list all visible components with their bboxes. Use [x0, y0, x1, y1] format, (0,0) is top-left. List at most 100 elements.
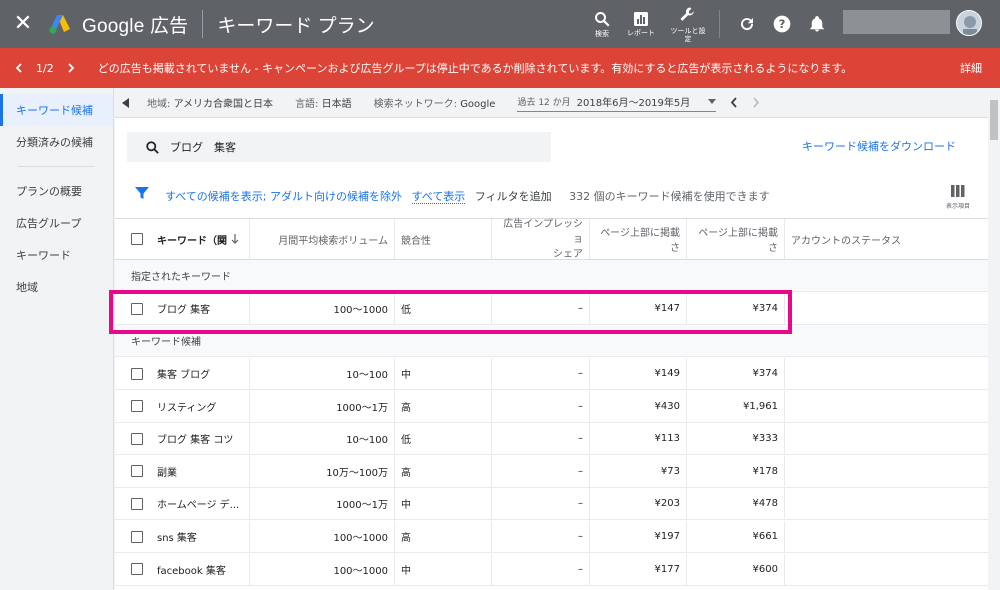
refresh-icon[interactable] — [735, 12, 759, 36]
report-tool-button[interactable]: レポート — [624, 0, 658, 48]
table-row[interactable]: sns 集客 100～1000 高 – ¥197 ¥661 — [115, 521, 988, 553]
download-keywords-link[interactable]: キーワード候補をダウンロード — [802, 138, 956, 154]
top-bid-low-column-header[interactable]: ページ上部に掲載さ — [590, 219, 687, 259]
filter-show-all[interactable]: すべての候補を表示; — [165, 190, 267, 203]
network-value: Google — [460, 99, 496, 110]
sidebar-item-keywords[interactable]: キーワード — [0, 239, 113, 271]
settings-tool-label: ツールと設定 — [670, 27, 706, 43]
scrollbar[interactable] — [988, 100, 1000, 590]
chevron-right-icon[interactable] — [66, 63, 76, 73]
filter-chips: すべての候補を表示; アダルト向けの候補を除外 すべて表示 フィルタを追加 33… — [165, 188, 770, 204]
table-row[interactable]: ホームページ デ... 1000～1万 中 – ¥203 ¥478 — [115, 488, 988, 521]
account-status-cell — [785, 423, 988, 454]
location-setting[interactable]: 地域: アメリカ合衆国と日本 — [147, 95, 273, 110]
table-row[interactable]: 副業 10万～100万 高 – ¥73 ¥178 — [115, 455, 988, 488]
next-period-icon[interactable] — [751, 97, 760, 108]
collapse-sidebar-button[interactable] — [115, 88, 137, 118]
row-checkbox[interactable] — [131, 400, 143, 413]
header-divider-2 — [719, 10, 720, 38]
show-all-link[interactable]: すべて表示 — [411, 190, 466, 204]
table-row[interactable]: ブログ 集客 コツ 10～100 低 – ¥113 ¥333 — [115, 423, 988, 456]
network-setting[interactable]: 検索ネットワーク: Google — [374, 95, 496, 110]
volume-cell-text: 100～1000 — [333, 533, 388, 544]
competition-cell-text: 高 — [401, 402, 411, 414]
impression-share-cell: – — [492, 390, 590, 422]
keyword-cell: ホームページ デ... — [115, 488, 250, 520]
volume-cell-text: 10～100 — [346, 370, 388, 381]
top-bid-high-column-header[interactable]: ページ上部に掲載さ — [687, 219, 785, 259]
notifications-icon[interactable] — [805, 12, 829, 36]
impression-share-cell: – — [492, 488, 590, 520]
language-setting[interactable]: 言語: 日本語 — [295, 95, 352, 110]
top-bid-high-cell: ¥374 — [687, 358, 785, 389]
alert-detail-link[interactable]: 詳細 — [960, 60, 982, 76]
close-icon[interactable]: ✕ — [12, 13, 34, 35]
sidebar-item-keyword-ideas[interactable]: キーワード候補 — [0, 94, 113, 126]
keyword-search-input[interactable]: ブログ 集客 — [127, 132, 551, 162]
keyword-cell-text: ブログ 集客 コツ — [157, 435, 234, 447]
help-icon[interactable]: ? — [770, 12, 794, 36]
table-row[interactable]: リスティング 1000～1万 高 – ¥430 ¥1,961 — [115, 390, 988, 423]
keyword-cell: リスティング — [115, 390, 250, 422]
top-bid-low-cell: ¥73 — [590, 455, 687, 487]
date-range-select[interactable]: 過去 12 か月 2018年6月～2019年5月 — [517, 94, 717, 112]
keyword-cell: sns 集客 — [115, 521, 250, 552]
table-row[interactable]: 集客 ブログ 10～100 中 – ¥149 ¥374 — [115, 358, 988, 390]
report-tool-label: レポート — [627, 29, 655, 37]
keyword-cell-text: ホームページ デ... — [157, 500, 240, 512]
settings-tool-button[interactable]: ツールと設定 — [670, 0, 706, 48]
prev-period-icon[interactable] — [730, 97, 739, 108]
search-tool-button[interactable]: 検索 — [590, 0, 614, 48]
volume-cell: 100～1000 — [250, 553, 395, 585]
account-status-column-header[interactable]: アカウントのステータス — [785, 219, 988, 259]
impression-share-cell: – — [492, 553, 590, 585]
volume-cell-text: 100～1000 — [333, 565, 388, 577]
account-status-cell — [785, 554, 988, 585]
competition-cell: 中 — [395, 488, 492, 520]
volume-cell: 1000～1万 — [250, 390, 395, 422]
sidebar-item-ad-groups[interactable]: 広告グループ — [0, 207, 113, 239]
search-query: ブログ 集客 — [170, 141, 236, 154]
account-name-redacted[interactable] — [843, 10, 950, 34]
chevron-left-icon[interactable] — [14, 63, 24, 73]
competition-cell: 高 — [395, 521, 492, 552]
top-bid-high-cell-text: ¥1,961 — [743, 400, 778, 412]
row-checkbox[interactable] — [131, 563, 143, 576]
select-all-checkbox[interactable] — [131, 233, 143, 245]
row-checkbox[interactable] — [131, 530, 143, 543]
competition-column-header[interactable]: 競合性 — [395, 219, 492, 259]
account-status-cell — [785, 358, 988, 389]
impression-share-cell: – — [492, 455, 590, 487]
top-bid-high-cell: ¥661 — [687, 521, 785, 552]
keyword-column-header[interactable]: キーワード（関 — [115, 219, 250, 259]
keyword-cell: facebook 集客 — [115, 553, 250, 585]
top-bid-low-cell-text: ¥430 — [654, 400, 680, 412]
filter-icon[interactable] — [135, 186, 149, 200]
impression-share-cell: – — [492, 521, 590, 552]
table-row[interactable]: facebook 集客 100～1000 中 – ¥177 ¥600 — [115, 553, 988, 586]
impression-share-column-header[interactable]: 広告インプレッショ シェア — [492, 219, 590, 260]
impression-share-cell-text: – — [578, 531, 583, 542]
add-filter-button[interactable]: フィルタを追加 — [475, 190, 552, 203]
language-key: 言語: — [295, 99, 319, 110]
row-checkbox[interactable] — [131, 497, 143, 510]
sidebar-item-plan-overview[interactable]: プランの概要 — [0, 175, 113, 207]
row-checkbox[interactable] — [131, 367, 143, 380]
columns-label: 表示項目 — [945, 203, 970, 210]
volume-column-header[interactable]: 月間平均検索ボリューム — [250, 219, 395, 259]
account-status-cell — [785, 456, 988, 487]
columns-button[interactable]: 表示項目 — [946, 182, 970, 210]
sidebar-item-grouped-ideas[interactable]: 分類済みの候補 — [0, 126, 113, 158]
row-checkbox[interactable] — [131, 432, 143, 445]
avatar[interactable] — [956, 10, 982, 36]
top-bid-low-cell: ¥149 — [590, 358, 687, 389]
filter-exclude-adult[interactable]: アダルト向けの候補を除外 — [270, 190, 402, 203]
account-status-cell — [785, 488, 988, 519]
top-bid-low-cell-text: ¥197 — [654, 531, 680, 542]
scrollbar-thumb[interactable] — [990, 100, 998, 140]
row-checkbox[interactable] — [131, 465, 143, 478]
highlight-box — [109, 290, 792, 334]
search-icon — [146, 140, 159, 154]
impression-share-cell: – — [492, 358, 590, 389]
sidebar-item-locations[interactable]: 地域 — [0, 271, 113, 303]
